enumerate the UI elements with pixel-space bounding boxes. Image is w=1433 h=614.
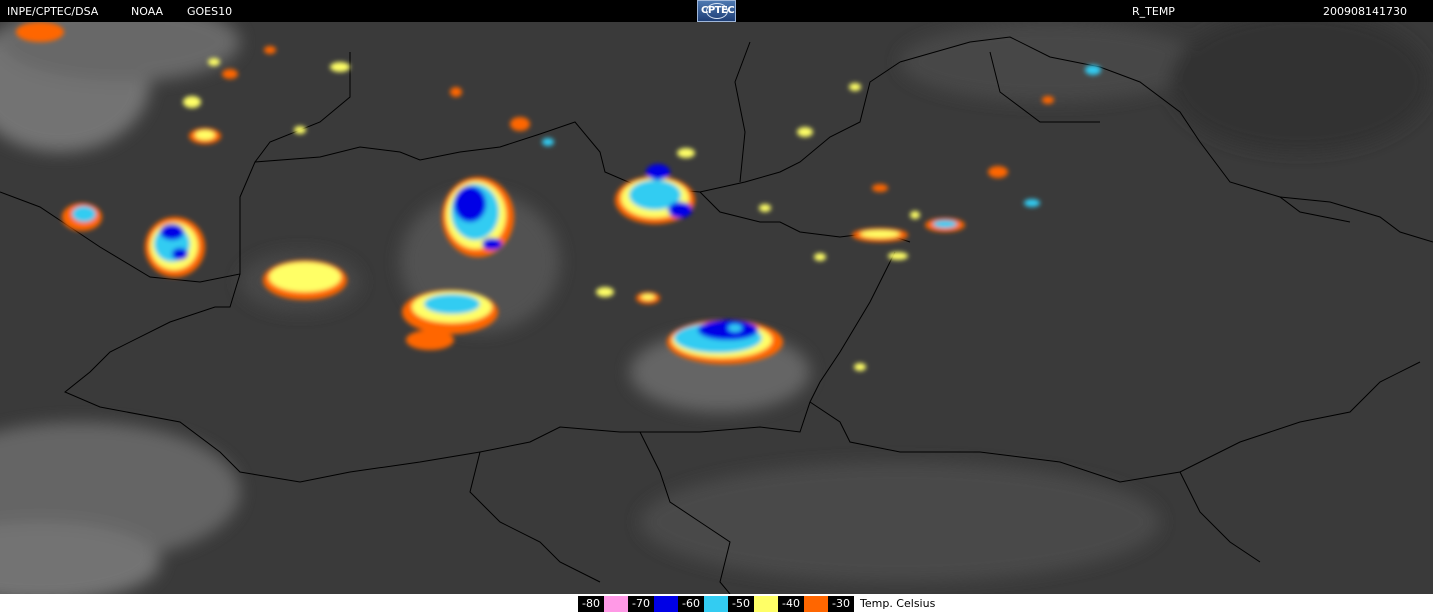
legend-swatch <box>604 596 628 612</box>
legend-label: -50 <box>728 596 754 612</box>
legend-units: Temp. Celsius <box>860 597 936 610</box>
legend-label: -70 <box>628 596 654 612</box>
legend-label: -40 <box>778 596 804 612</box>
legend-item: -30 <box>828 596 854 612</box>
legend-swatch <box>754 596 778 612</box>
legend-swatch <box>654 596 678 612</box>
legend-bar: -80 -70 -60 -50 -40 -30 Temp. Celsius <box>0 594 1433 614</box>
cptec-logo: CPTEC <box>697 0 736 22</box>
satellite-map-svg <box>0 22 1433 594</box>
legend-item: -60 <box>678 596 728 612</box>
satellite-label: GOES10 <box>187 5 233 18</box>
legend-item: -50 <box>728 596 778 612</box>
legend-item: -40 <box>778 596 828 612</box>
satellite-image[interactable] <box>0 22 1433 594</box>
logo-text: CPTEC <box>701 5 735 16</box>
timestamp-label: 200908141730 <box>1323 5 1407 18</box>
legend-label: -30 <box>828 596 854 612</box>
source-label: INPE/CPTEC/DSA <box>7 5 99 18</box>
legend-label: -60 <box>678 596 704 612</box>
legend-swatch <box>704 596 728 612</box>
temperature-legend: -80 -70 -60 -50 -40 -30 Temp. Celsius <box>578 596 935 612</box>
legend-label: -80 <box>578 596 604 612</box>
header-bar: INPE/CPTEC/DSA NOAA GOES10 CPTEC R_TEMP … <box>0 0 1433 22</box>
product-label: R_TEMP <box>1132 5 1175 18</box>
legend-item: -70 <box>628 596 678 612</box>
agency-label: NOAA <box>131 5 164 18</box>
legend-swatch <box>804 596 828 612</box>
legend-item: -80 <box>578 596 628 612</box>
